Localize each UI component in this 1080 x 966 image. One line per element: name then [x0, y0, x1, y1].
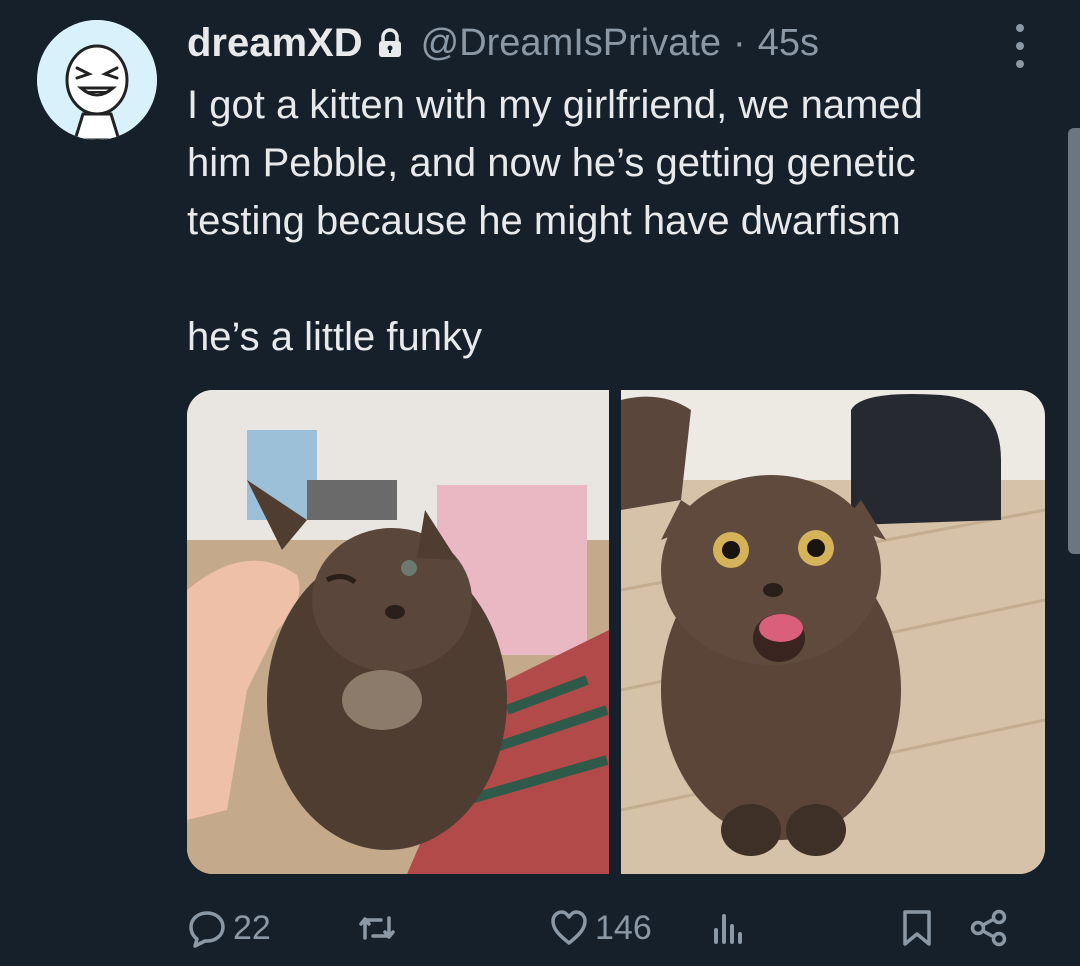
separator-dot: · — [733, 21, 746, 64]
retweet-icon — [359, 916, 395, 940]
more-options-icon[interactable] — [1010, 24, 1030, 68]
display-name[interactable]: dreamXD — [187, 21, 363, 66]
analytics-icon — [714, 914, 742, 944]
reply-button[interactable]: 22 — [187, 900, 271, 956]
bookmark-icon — [903, 910, 931, 946]
reply-icon — [189, 911, 225, 948]
avatar[interactable] — [37, 20, 157, 140]
tweet-photo-1[interactable] — [187, 390, 609, 874]
retweet-button[interactable] — [357, 900, 403, 956]
scrollbar[interactable] — [1068, 128, 1080, 554]
share-icon — [970, 909, 1007, 947]
user-handle[interactable]: @DreamIsPrivate — [421, 22, 721, 65]
avatar-face-icon — [37, 20, 157, 140]
heart-icon — [551, 910, 587, 945]
tweet-header: dreamXD @DreamIsPrivate · 45s — [187, 16, 819, 70]
like-count: 146 — [595, 908, 652, 947]
tweet-timestamp[interactable]: 45s — [758, 22, 819, 65]
lock-icon — [377, 28, 403, 58]
tweet-actions: 22 146 — [187, 900, 1047, 956]
tweet-text: I got a kitten with my girlfriend, we na… — [187, 83, 923, 359]
tweet-photo-2[interactable] — [621, 390, 1045, 874]
reply-count: 22 — [233, 908, 271, 947]
share-button[interactable] — [969, 900, 1009, 956]
like-button[interactable]: 146 — [549, 900, 652, 956]
analytics-button[interactable] — [709, 900, 749, 956]
bookmark-button[interactable] — [897, 900, 937, 956]
